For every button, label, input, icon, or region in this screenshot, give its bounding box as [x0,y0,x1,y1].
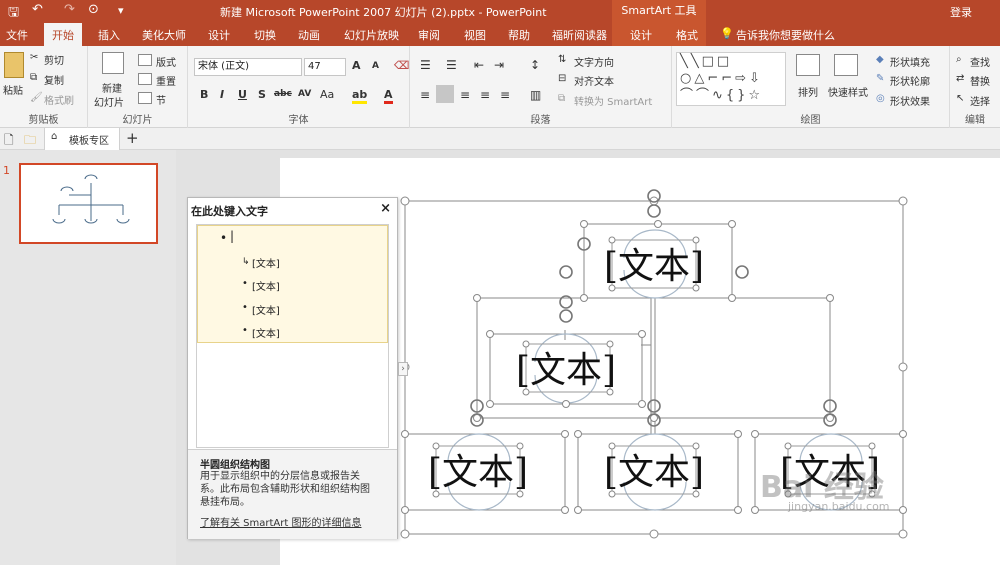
text-pane-item-1[interactable]: [文本] [252,255,280,270]
text-pane-item-3[interactable]: [文本] [252,302,280,317]
text-pane-title: 在此处键入文字 [191,205,268,218]
bullet-4: • [242,325,248,336]
learn-more-link[interactable]: 了解有关 SmartArt 图形的详细信息 [200,514,361,529]
text-pane-list[interactable]: • | ↳ [文本] • [文本] • [文本] • [文本] [196,224,389,448]
shape-text-top[interactable]: [文本] [604,246,704,287]
text-pane-toggle-icon[interactable]: › [398,362,408,376]
shape-text-child-1[interactable]: [文本] [428,452,528,493]
layout-description: 半圆组织结构图 用于显示组织中的分层信息或报告关系。此布局包含辅助形状和组织结构… [188,449,397,539]
layout-name: 半圆组织结构图 [200,460,270,471]
text-cursor: | [230,229,235,243]
bullet-2: • [242,278,248,289]
selected-bullet-area[interactable]: • | ↳ [文本] • [文本] • [文本] • [文本] [197,225,388,343]
shape-text-assistant[interactable]: [文本] [516,350,616,391]
text-pane: 在此处键入文字 × • | ↳ [文本] • [文本] • [文本] • [文本… [187,197,398,539]
bullet-3: • [242,302,248,313]
assistant-arrow-icon: ↳ [242,257,250,267]
bullet-top[interactable]: • [220,231,227,245]
text-pane-item-4[interactable]: [文本] [252,325,280,340]
text-pane-item-2[interactable]: [文本] [252,278,280,293]
shape-text-child-2[interactable]: [文本] [604,452,704,493]
watermark-url: jingyan.baidu.com [788,500,890,513]
layout-description-text: 用于显示组织中的分层信息或报告关系。此布局包含辅助形状和组织结构图悬挂布局。 [200,471,370,508]
close-icon[interactable]: × [380,201,391,216]
